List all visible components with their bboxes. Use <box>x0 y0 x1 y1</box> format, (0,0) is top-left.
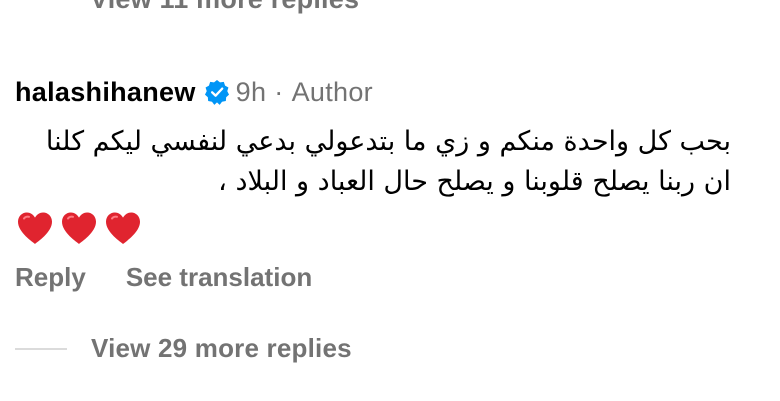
comment-text: بحب كل واحدة منكم و زي ما بتدعولي بدعي ل… <box>45 126 731 197</box>
red-heart-icon <box>62 212 96 244</box>
meta-separator: · <box>274 76 284 107</box>
red-heart-icon <box>106 212 140 244</box>
view-more-replies-bottom[interactable]: View 29 more replies <box>15 333 352 364</box>
comment-time: 9h <box>235 76 267 107</box>
author-label: Author <box>291 76 373 107</box>
comment-meta: 9h · Author <box>236 77 373 108</box>
comment-header: halashihanew 9h · Author <box>15 72 755 112</box>
replies-divider-line <box>15 347 67 350</box>
heart-emojis <box>15 208 755 248</box>
comment: halashihanew 9h · Author بحب كل واحدة منكم… <box>15 72 755 293</box>
comment-actions: Reply See translation <box>15 262 755 293</box>
view-more-replies-top[interactable]: View 11 more replies <box>90 0 359 15</box>
see-translation-button[interactable]: See translation <box>126 262 312 293</box>
username[interactable]: halashihanew <box>15 77 196 108</box>
red-heart-icon <box>18 212 52 244</box>
verified-badge-icon <box>204 79 230 105</box>
view-more-replies-label[interactable]: View 29 more replies <box>91 333 352 364</box>
reply-button[interactable]: Reply <box>15 262 86 293</box>
